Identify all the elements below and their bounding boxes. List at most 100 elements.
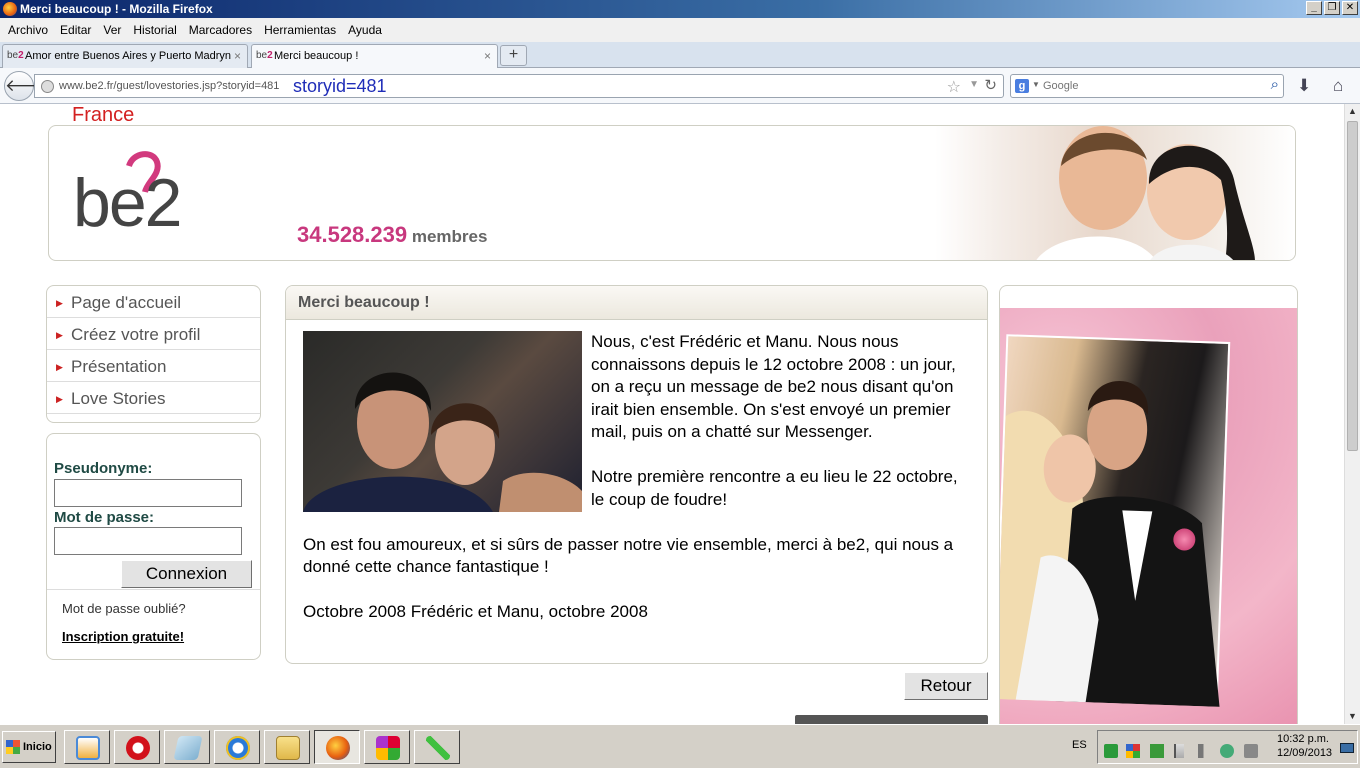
tab-label: Merci beaucoup ! — [274, 50, 359, 62]
download-icon[interactable]: ⬇ — [1297, 76, 1311, 96]
flag-tray-icon[interactable] — [1174, 744, 1184, 758]
story-signature: Octobre 2008 Frédéric et Manu, octobre 2… — [303, 602, 648, 621]
site-header: be2 34.528.239 membres — [48, 125, 1296, 261]
sidebar-item-presentation[interactable]: ▶ Présentation — [47, 350, 260, 382]
tab-bar: be2 Amor entre Buenos Aires y Puerto Mad… — [0, 42, 1360, 69]
sidebar-item-create-profile[interactable]: ▶ Créez votre profil — [47, 318, 260, 350]
menu-ver[interactable]: Ver — [97, 23, 127, 37]
vertical-scrollbar[interactable]: ▲ ▼ — [1344, 104, 1360, 724]
globe-icon — [41, 80, 54, 93]
tab-label: Amor entre Buenos Aires y Puerto Madryn — [25, 50, 232, 62]
title-bar: Merci beaucoup ! - Mozilla Firefox _ ❐ ✕ — [0, 0, 1360, 18]
menu-marcadores[interactable]: Marcadores — [183, 23, 258, 37]
windows-logo-icon — [6, 740, 20, 754]
search-icon[interactable]: ⌕ — [1271, 76, 1279, 93]
show-desktop-icon[interactable] — [1340, 743, 1354, 753]
back-button[interactable]: 🡐 — [4, 71, 51, 101]
couple-illustration — [1036, 126, 1255, 260]
svg-text:be2: be2 — [73, 165, 180, 234]
recycle-tray-icon[interactable] — [1104, 744, 1118, 758]
username-input[interactable] — [54, 479, 242, 507]
connect-button[interactable]: Connexion — [121, 560, 252, 588]
windows-tray-icon[interactable] — [1126, 744, 1140, 758]
password-label: Mot de passe: — [54, 509, 155, 526]
internet-explorer-icon[interactable] — [214, 730, 260, 764]
menu-ayuda[interactable]: Ayuda — [342, 23, 388, 37]
forgot-password-link[interactable]: Mot de passe oublié? — [62, 601, 186, 616]
search-input[interactable] — [1043, 78, 1253, 94]
notepad-icon[interactable] — [164, 730, 210, 764]
story-text: Nous, c'est Frédéric et Manu. Nous nous … — [303, 331, 973, 646]
url-text: www.be2.fr/guest/lovestories.jsp?storyid… — [59, 80, 280, 92]
clock[interactable]: 10:32 p.m. 12/09/2013 — [1277, 732, 1332, 760]
back-to-stories-button[interactable]: Retour — [904, 672, 988, 700]
navigation-bar: 🡐 www.be2.fr/guest/lovestories.jsp?story… — [0, 68, 1360, 104]
story-box: Merci beaucoup ! Nous, c'est Frédéric et… — [285, 285, 988, 664]
url-bar[interactable]: www.be2.fr/guest/lovestories.jsp?storyid… — [34, 74, 1004, 98]
tab-merci-beaucoup[interactable]: be2 Merci beaucoup ! × — [251, 44, 498, 69]
edit-pen-icon[interactable] — [414, 730, 460, 764]
google-icon[interactable]: g — [1015, 79, 1029, 93]
arrow-right-icon: ▶ — [56, 394, 63, 404]
search-engine-dropdown-icon[interactable]: ▼ — [1032, 80, 1040, 89]
clock-time: 10:32 p.m. — [1277, 733, 1329, 745]
opera-icon[interactable] — [114, 730, 160, 764]
login-box: Pseudonyme: Mot de passe: Connexion Mot … — [46, 433, 261, 660]
window-title: Merci beaucoup ! - Mozilla Firefox — [20, 2, 213, 16]
wedding-illustration — [1000, 380, 1220, 707]
menu-herramientas[interactable]: Herramientas — [258, 23, 342, 37]
taskbar: Inicio ES 10:32 p.m. 12/09/2013 — [0, 724, 1360, 768]
menu-archivo[interactable]: Archivo — [2, 23, 54, 37]
firefox-icon — [3, 2, 17, 16]
network-tray-icon[interactable] — [1220, 744, 1234, 758]
scroll-thumb[interactable] — [1347, 121, 1358, 451]
be2-logo[interactable]: be2 — [73, 148, 213, 234]
sidebar-item-home[interactable]: ▶ Page d'accueil — [47, 286, 260, 318]
be2-favicon-icon: be2 — [256, 50, 273, 61]
arrow-right-icon: ▶ — [56, 298, 63, 308]
volume-icon[interactable] — [1198, 744, 1212, 758]
scroll-down-icon[interactable]: ▼ — [1345, 709, 1360, 724]
url-dropdown-icon[interactable]: ▼ — [969, 79, 979, 90]
wedding-couple-image — [1000, 334, 1231, 707]
home-icon[interactable]: ⌂ — [1333, 76, 1343, 96]
menu-historial[interactable]: Historial — [127, 23, 182, 37]
username-label: Pseudonyme: — [54, 460, 153, 477]
members-label: membres — [411, 227, 488, 246]
members-count: 34.528.239 — [297, 222, 408, 247]
story-paragraph: Nous, c'est Frédéric et Manu. Nous nous … — [591, 332, 956, 441]
wedding-photo-box — [999, 285, 1298, 724]
arrow-right-icon: ▶ — [56, 330, 63, 340]
menu-editar[interactable]: Editar — [54, 23, 97, 37]
tab-amor-buenos-aires[interactable]: be2 Amor entre Buenos Aires y Puerto Mad… — [2, 44, 248, 68]
scroll-up-icon[interactable]: ▲ — [1345, 104, 1360, 119]
language-indicator[interactable]: ES — [1072, 739, 1087, 751]
tab-close-icon[interactable]: × — [484, 45, 491, 67]
signup-link[interactable]: Inscription gratuite! — [62, 629, 184, 644]
story-paragraph: On est fou amoureux, et si sûrs de passe… — [303, 534, 954, 577]
close-button[interactable]: ✕ — [1342, 1, 1358, 15]
password-input[interactable] — [54, 527, 242, 555]
menu-bar: Archivo Editar Ver Historial Marcadores … — [0, 18, 1360, 42]
clock-date: 12/09/2013 — [1277, 747, 1333, 759]
bookmark-star-icon[interactable]: ☆ — [947, 77, 961, 97]
sidebar-item-love-stories[interactable]: ▶ Love Stories — [47, 382, 260, 414]
apps-grid-icon[interactable] — [364, 730, 410, 764]
be2-favicon-icon: be2 — [7, 50, 24, 61]
start-button[interactable]: Inicio — [2, 731, 56, 763]
restore-button[interactable]: ❐ — [1324, 1, 1340, 15]
tab-close-icon[interactable]: × — [234, 45, 241, 67]
new-tab-button[interactable]: + — [500, 45, 527, 66]
device-tray-icon[interactable] — [1244, 744, 1258, 758]
wedding-photo — [1000, 308, 1297, 724]
media-player-icon[interactable] — [64, 730, 110, 764]
minimize-button[interactable]: _ — [1306, 1, 1322, 15]
reload-icon[interactable]: ↻ — [984, 76, 997, 94]
green-tray-icon[interactable] — [1150, 744, 1164, 758]
file-explorer-icon[interactable] — [264, 730, 310, 764]
country-label: France — [72, 104, 135, 126]
url-highlight-text: storyid=481 — [293, 76, 387, 96]
search-box[interactable]: g ▼ ⌕ — [1010, 74, 1284, 98]
partial-button[interactable] — [795, 715, 988, 724]
firefox-taskbar-icon[interactable] — [314, 730, 360, 764]
